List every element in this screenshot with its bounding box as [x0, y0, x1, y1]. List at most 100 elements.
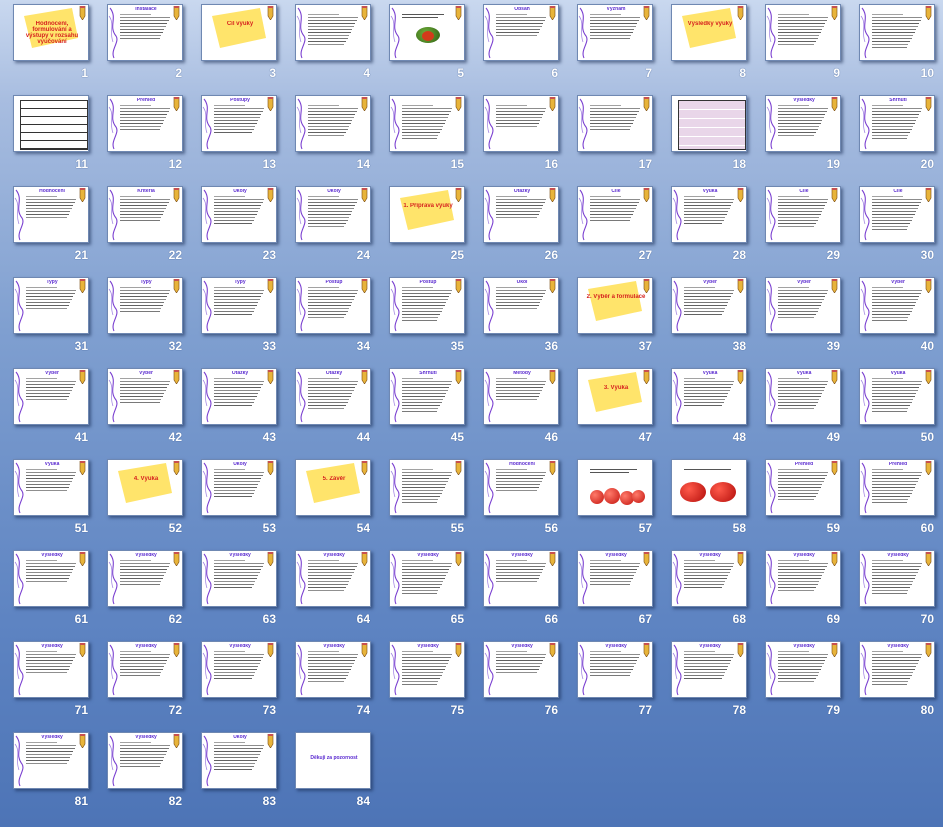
slide-thumbnail[interactable]: Úkol: [483, 277, 559, 334]
slide-thumbnail[interactable]: Typy: [201, 277, 277, 334]
pencil-icon: [737, 279, 744, 293]
slide-thumbnail[interactable]: Hodnocení, formulování a výstupy v rozsa…: [13, 4, 89, 61]
slide-thumbnail[interactable]: Výsledky výuky: [671, 4, 747, 61]
slide-title: Typy: [46, 280, 58, 285]
slide-thumbnail[interactable]: 3. Výuka: [577, 368, 653, 425]
slide-thumbnail[interactable]: Výuka: [859, 368, 935, 425]
slide-thumbnail[interactable]: [859, 4, 935, 61]
slide-thumbnail[interactable]: Výsledky: [483, 641, 559, 698]
slide-title: Přehled: [136, 98, 156, 103]
slide-thumbnail[interactable]: Význam: [577, 4, 653, 61]
slide-thumbnail[interactable]: Přehled: [859, 459, 935, 516]
slide-thumbnail[interactable]: Výsledky: [389, 550, 465, 607]
slide-thumbnail[interactable]: 4. Výuka: [107, 459, 183, 516]
slide-thumbnail[interactable]: Výsledky: [859, 641, 935, 698]
slide-thumbnail[interactable]: Výuka: [671, 186, 747, 243]
slide-thumbnail[interactable]: Výsledky: [13, 550, 89, 607]
slide-thumbnail[interactable]: Hodnocení: [483, 459, 559, 516]
slide-thumbnail[interactable]: Výsledky: [671, 550, 747, 607]
slide-thumbnail[interactable]: Výsledky: [671, 641, 747, 698]
slide-thumbnail[interactable]: Postup: [389, 277, 465, 334]
slide-thumbnail[interactable]: Výsledky: [295, 641, 371, 698]
slide-thumbnail[interactable]: Výsledky: [107, 641, 183, 698]
slide-thumbnail[interactable]: Otázky: [483, 186, 559, 243]
slide-thumbnail[interactable]: Výsledky: [107, 550, 183, 607]
slide-title: Výsledky: [229, 644, 251, 649]
slide-thumbnail[interactable]: Výsledky: [765, 641, 841, 698]
slide-thumbnail[interactable]: Úkoly: [201, 459, 277, 516]
slide-thumbnail[interactable]: Výběr: [859, 277, 935, 334]
slide-thumbnail[interactable]: [483, 95, 559, 152]
slide-thumbnail[interactable]: Úkoly: [201, 732, 277, 789]
slide-thumbnail[interactable]: Metody: [483, 368, 559, 425]
slide-thumbnail[interactable]: 5. Závěr: [295, 459, 371, 516]
slide-thumbnail[interactable]: [389, 459, 465, 516]
slide-thumbnail[interactable]: [389, 4, 465, 61]
slide-thumbnail[interactable]: Hodnocení: [13, 186, 89, 243]
slide-thumbnail[interactable]: 2. Výběr a formulace: [577, 277, 653, 334]
slide-thumbnail[interactable]: Děkuji za pozornost: [295, 732, 371, 789]
slide-thumbnail[interactable]: Výsledky: [201, 641, 277, 698]
slide-cell: Postupy 13: [188, 91, 280, 181]
slide-thumbnail[interactable]: Výsledky: [295, 550, 371, 607]
slide-number: 43: [262, 430, 276, 444]
slide-thumbnail[interactable]: Výsledky: [389, 641, 465, 698]
slide-thumbnail[interactable]: [765, 4, 841, 61]
slide-thumbnail[interactable]: [577, 459, 653, 516]
slide-thumbnail[interactable]: Otázky: [201, 368, 277, 425]
slide-cell: Kritéria 22: [94, 182, 186, 272]
slide-thumbnail[interactable]: [13, 95, 89, 152]
slide-thumbnail[interactable]: Výběr: [13, 368, 89, 425]
slide-thumbnail[interactable]: Shrnutí: [389, 368, 465, 425]
slide-thumbnail[interactable]: [295, 95, 371, 152]
slide-thumbnail[interactable]: Výuka: [13, 459, 89, 516]
slide-body-text: [26, 287, 78, 329]
slide-thumbnail[interactable]: [671, 95, 747, 152]
slide-thumbnail[interactable]: Výsledky: [483, 550, 559, 607]
slide-thumbnail[interactable]: [295, 4, 371, 61]
slide-thumbnail[interactable]: Výsledky: [577, 641, 653, 698]
slide-thumbnail[interactable]: Výuka: [671, 368, 747, 425]
slide-cell: Výsledky 71: [0, 637, 92, 727]
slide-thumbnail[interactable]: 1. Příprava výuky: [389, 186, 465, 243]
slide-thumbnail[interactable]: [389, 95, 465, 152]
slide-thumbnail[interactable]: Cíle: [765, 186, 841, 243]
slide-thumbnail[interactable]: Typy: [13, 277, 89, 334]
slide-thumbnail[interactable]: Cíl výuky: [201, 4, 277, 61]
slide-thumbnail[interactable]: Výsledky: [765, 95, 841, 152]
slide-thumbnail[interactable]: Výsledky: [107, 732, 183, 789]
slide-thumbnail[interactable]: Výběr: [765, 277, 841, 334]
slide-thumbnail[interactable]: Výběr: [671, 277, 747, 334]
slide-thumbnail[interactable]: Výuka: [765, 368, 841, 425]
slide-thumbnail[interactable]: Typy: [107, 277, 183, 334]
slide-thumbnail[interactable]: Instalace: [107, 4, 183, 61]
slide-thumbnail[interactable]: Úkoly: [201, 186, 277, 243]
swirl-decoration-icon: [672, 553, 682, 605]
slide-thumbnail[interactable]: Výsledky: [859, 550, 935, 607]
slide-thumbnail[interactable]: Výsledky: [13, 641, 89, 698]
slide-thumbnail[interactable]: Přehled: [765, 459, 841, 516]
slide-thumbnail[interactable]: Přehled: [107, 95, 183, 152]
slide-thumbnail[interactable]: Shrnutí: [859, 95, 935, 152]
slide-thumbnail[interactable]: Cíle: [577, 186, 653, 243]
slide-thumbnail[interactable]: [671, 459, 747, 516]
slide-thumbnail[interactable]: Výsledky: [201, 550, 277, 607]
slide-thumbnail[interactable]: Úkoly: [295, 186, 371, 243]
slide-cell: Výsledky 80: [846, 637, 938, 727]
sticky-note-icon: [306, 463, 360, 503]
slide-cell: Význam 7: [564, 0, 656, 90]
slide-title: Výsledky: [605, 644, 627, 649]
slide-thumbnail[interactable]: [577, 95, 653, 152]
slide-thumbnail[interactable]: Kritéria: [107, 186, 183, 243]
pencil-icon: [549, 370, 556, 384]
slide-thumbnail[interactable]: Výsledky: [13, 732, 89, 789]
slide-thumbnail[interactable]: Cíle: [859, 186, 935, 243]
slide-thumbnail[interactable]: Postupy: [201, 95, 277, 152]
slide-thumbnail[interactable]: Otázky: [295, 368, 371, 425]
slide-thumbnail[interactable]: Postup: [295, 277, 371, 334]
slide-thumbnail[interactable]: Výsledky: [577, 550, 653, 607]
slide-thumbnail[interactable]: Výsledky: [765, 550, 841, 607]
slide-title: Typy: [234, 280, 246, 285]
slide-thumbnail[interactable]: Obsah: [483, 4, 559, 61]
slide-thumbnail[interactable]: Výběr: [107, 368, 183, 425]
